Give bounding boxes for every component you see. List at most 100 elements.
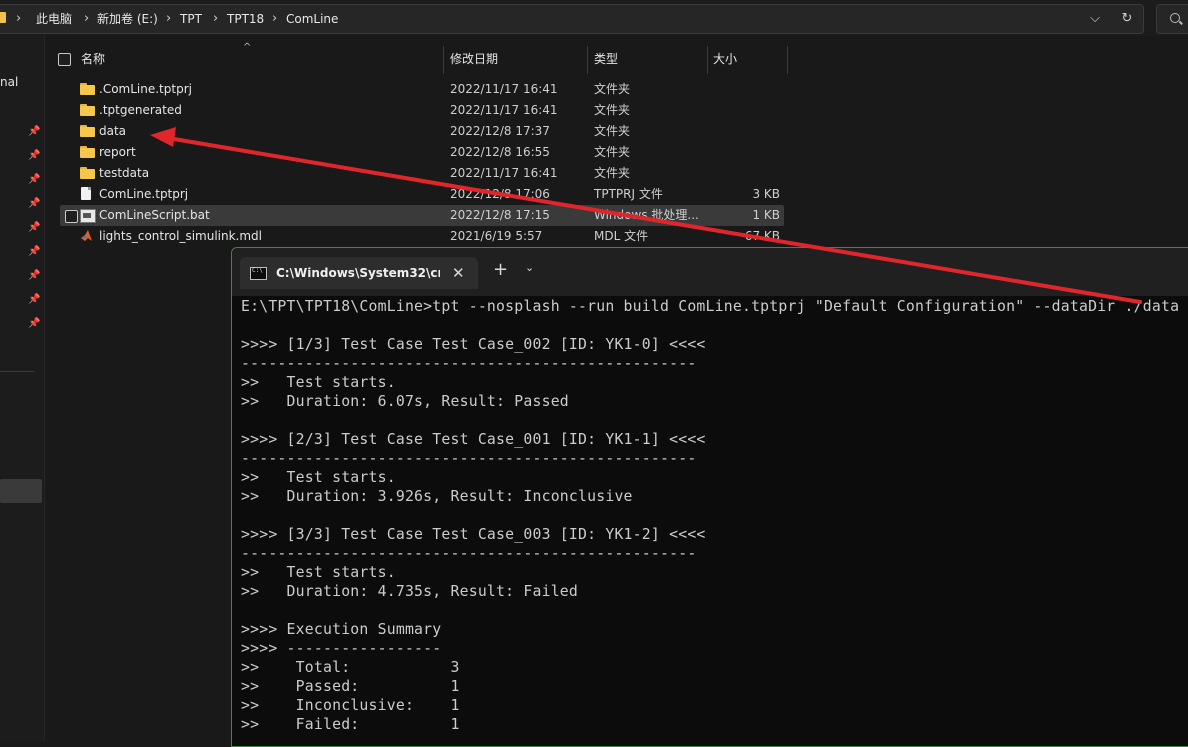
pin-icon: 📌 — [28, 222, 41, 233]
column-type[interactable]: 类型 — [594, 40, 618, 76]
file-row[interactable]: .ComLine.tptprj 2022/11/17 16:41 文件夹 — [60, 79, 784, 100]
pin-icon: 📌 — [28, 198, 41, 209]
pane-splitter[interactable] — [44, 36, 45, 741]
close-tab-icon[interactable]: ✕ — [452, 257, 465, 289]
folder-icon — [80, 167, 95, 179]
new-tab-icon[interactable]: + — [493, 260, 508, 280]
terminal-line: >> Duration: 3.926s, Result: Inconclusiv… — [241, 488, 633, 505]
folder-icon — [0, 12, 6, 23]
column-divider[interactable] — [707, 46, 708, 74]
pin-icon: 📌 — [28, 270, 41, 281]
terminal-line: >>>> ----------------- — [241, 640, 442, 657]
file-name: lights_control_simulink.mdl — [99, 229, 263, 243]
column-divider[interactable] — [787, 46, 788, 74]
file-date: 2022/12/8 17:15 — [450, 208, 550, 222]
file-name: data — [99, 124, 127, 138]
breadcrumb-tpt[interactable]: TPT — [180, 5, 202, 33]
pin-icon: 📌 — [28, 150, 41, 161]
explorer-toolbar: › 此电脑 › 新加卷 (E:) › TPT › TPT18 › ComLine… — [0, 0, 1188, 36]
terminal-line: ----------------------------------------… — [241, 355, 697, 372]
file-name: ComLineScript.bat — [99, 208, 210, 222]
pin-icon: 📌 — [28, 294, 41, 305]
breadcrumb-tpt18[interactable]: TPT18 — [227, 5, 264, 33]
terminal-titlebar[interactable]: C:\Windows\System32\cmd.e ✕ + ⌄ — [232, 248, 1188, 296]
terminal-line: >> Passed: 1 — [241, 678, 460, 695]
file-type: TPTPRJ 文件 — [594, 187, 663, 201]
pin-icon: 📌 — [28, 318, 41, 329]
terminal-line: ----------------------------------------… — [241, 545, 697, 562]
terminal-line: >> Duration: 4.735s, Result: Failed — [241, 583, 579, 600]
breadcrumb-this-pc[interactable]: 此电脑 — [36, 5, 72, 33]
row-checkbox[interactable] — [65, 210, 78, 223]
file-row-selected[interactable]: ComLineScript.bat 2022/12/8 17:15 Window… — [60, 205, 784, 226]
refresh-icon[interactable]: ↻ — [1114, 5, 1140, 33]
chevron-down-icon[interactable]: ⌄ — [525, 258, 534, 278]
terminal-line: >> Total: 3 — [241, 659, 460, 676]
terminal-line: >> Duration: 6.07s, Result: Passed — [241, 393, 569, 410]
column-size[interactable]: 大小 — [713, 40, 737, 76]
terminal-line: >>>> [3/3] Test Case Test Case_003 [ID: … — [241, 526, 706, 543]
terminal-tab[interactable]: C:\Windows\System32\cmd.e ✕ — [240, 257, 478, 289]
column-date[interactable]: 修改日期 — [450, 40, 498, 76]
file-date: 2022/12/8 16:55 — [450, 145, 550, 159]
file-name: ComLine.tptprj — [99, 187, 189, 201]
file-row[interactable]: report 2022/12/8 16:55 文件夹 — [60, 142, 784, 163]
breadcrumb-separator: › — [84, 11, 90, 26]
select-all-checkbox[interactable] — [58, 53, 71, 66]
file-date: 2022/11/17 16:41 — [450, 82, 558, 96]
terminal-line: >> Inconclusive: 1 — [241, 697, 460, 714]
file-type: 文件夹 — [594, 82, 631, 96]
column-name[interactable]: 名称 — [81, 40, 105, 76]
terminal-line: >>>> [1/3] Test Case Test Case_002 [ID: … — [241, 336, 706, 353]
terminal-line: E:\TPT\TPT18\ComLine>tpt --nosplash --ru… — [241, 298, 1180, 315]
terminal-line: >> Failed: 1 — [241, 716, 460, 733]
navigation-pane: nal 📌 📌 📌 📌 📌 📌 📌 📌 📌 — [0, 36, 44, 741]
folder-icon — [80, 146, 95, 158]
file-date: 2022/12/8 17:06 — [450, 187, 550, 201]
pin-icon: 📌 — [28, 126, 41, 137]
file-row[interactable]: ComLine.tptprj 2022/12/8 17:06 TPTPRJ 文件… — [60, 184, 784, 205]
breadcrumb-separator: › — [166, 11, 172, 26]
file-name: testdata — [99, 166, 150, 180]
terminal-output[interactable]: E:\TPT\TPT18\ComLine>tpt --nosplash --ru… — [241, 297, 1188, 734]
history-dropdown-icon[interactable]: ⌵ — [1082, 5, 1108, 33]
cmd-icon — [250, 267, 267, 280]
terminal-line: >> Test starts. — [241, 374, 396, 391]
file-type: Windows 批处理... — [594, 208, 699, 222]
file-icon — [81, 187, 91, 200]
file-size: 3 KB — [752, 187, 780, 201]
file-row[interactable]: lights_control_simulink.mdl 2021/6/19 5:… — [60, 226, 784, 247]
terminal-window[interactable]: C:\Windows\System32\cmd.e ✕ + ⌄ E:\TPT\T… — [231, 247, 1188, 747]
file-name: .ComLine.tptprj — [99, 82, 192, 96]
column-divider[interactable] — [443, 46, 444, 74]
breadcrumb-comline[interactable]: ComLine — [286, 5, 338, 33]
column-divider[interactable] — [587, 46, 588, 74]
nav-selected-item[interactable] — [0, 479, 42, 503]
terminal-tab-title: C:\Windows\System32\cmd.e — [276, 266, 440, 280]
pin-icon: 📌 — [28, 174, 41, 185]
breadcrumb-drive-e[interactable]: 新加卷 (E:) — [97, 5, 158, 33]
file-row[interactable]: .tptgenerated 2022/11/17 16:41 文件夹 — [60, 100, 784, 121]
file-date: 2022/11/17 16:41 — [450, 166, 558, 180]
file-date: 2022/11/17 16:41 — [450, 103, 558, 117]
pin-icon: 📌 — [28, 246, 41, 257]
sort-ascending-icon: ^ — [243, 42, 252, 53]
address-bar[interactable]: › 此电脑 › 新加卷 (E:) › TPT › TPT18 › ComLine… — [0, 4, 1144, 34]
matlab-icon — [81, 230, 92, 241]
file-date: 2022/12/8 17:37 — [450, 124, 550, 138]
file-row[interactable]: testdata 2022/11/17 16:41 文件夹 — [60, 163, 784, 184]
breadcrumb-separator: › — [16, 11, 22, 26]
folder-icon — [80, 104, 95, 116]
folder-icon — [80, 83, 95, 95]
nav-item-label[interactable]: nal — [0, 75, 18, 89]
file-row[interactable]: data 2022/12/8 17:37 文件夹 — [60, 121, 784, 142]
terminal-line: ----------------------------------------… — [241, 450, 697, 467]
terminal-line: >>>> [2/3] Test Case Test Case_001 [ID: … — [241, 431, 706, 448]
search-box[interactable] — [1156, 4, 1188, 34]
file-type: 文件夹 — [594, 103, 631, 117]
breadcrumb-separator: › — [213, 11, 219, 26]
file-size: 1 KB — [752, 208, 780, 222]
